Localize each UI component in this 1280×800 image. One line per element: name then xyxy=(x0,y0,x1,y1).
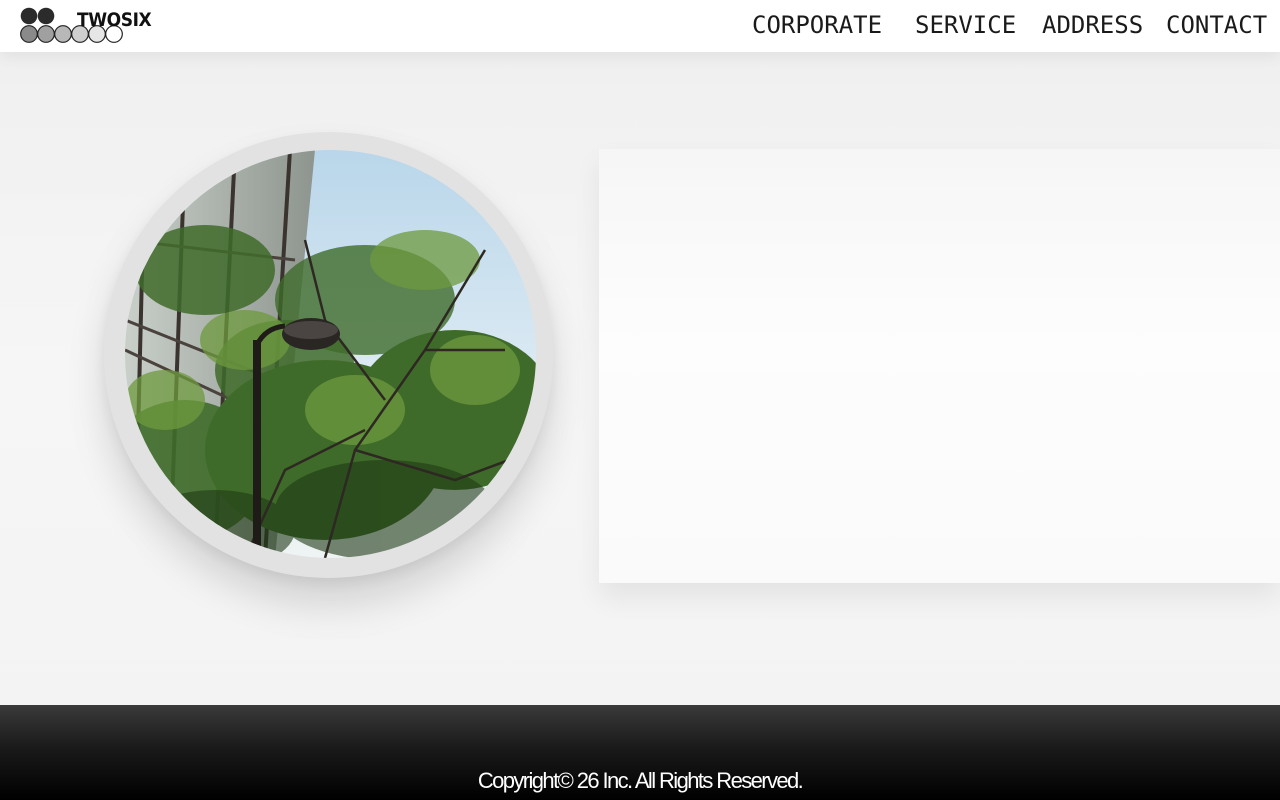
site-footer: Copyright© 26 Inc. All Rights Reserved. xyxy=(0,705,1280,800)
site-header: TWOSIX CORPORATE SERVICE ADDRESS CONTACT xyxy=(0,0,1280,52)
main-content xyxy=(0,52,1280,705)
photo-frame xyxy=(104,132,553,578)
content-panel xyxy=(599,149,1280,583)
logo-link[interactable]: TWOSIX xyxy=(20,7,152,45)
nav-item-corporate[interactable]: CORPORATE xyxy=(752,10,882,40)
nav-item-service[interactable]: SERVICE xyxy=(915,10,1016,40)
copyright-text: Copyright© 26 Inc. All Rights Reserved. xyxy=(477,768,804,793)
nav-item-address[interactable]: ADDRESS xyxy=(1042,10,1143,40)
nav-item-contact[interactable]: CONTACT xyxy=(1166,10,1267,40)
brand-name: TWOSIX xyxy=(77,9,152,31)
building-trees-photo xyxy=(125,150,536,558)
